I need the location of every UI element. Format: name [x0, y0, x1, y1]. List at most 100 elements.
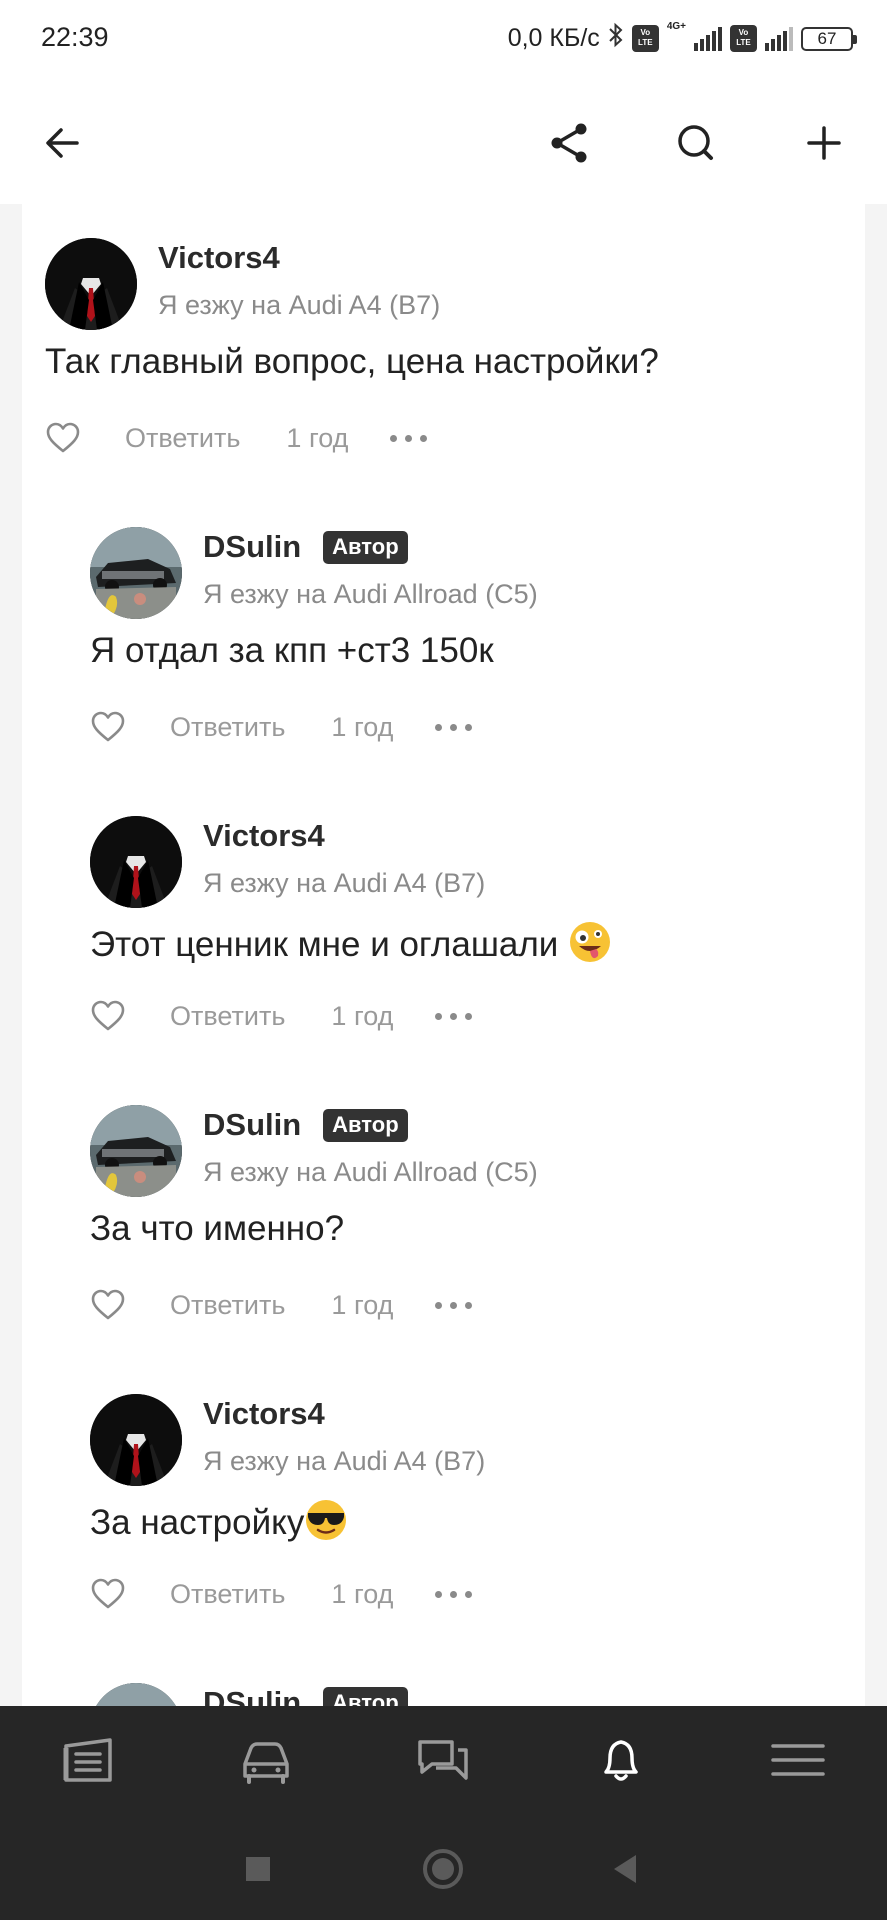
- suit-avatar-image: [90, 1394, 182, 1486]
- comment-text-content: За настройку: [90, 1503, 305, 1542]
- comment: DSulin Автор: [22, 1649, 865, 1706]
- comment-actions: Ответить 1 год: [90, 703, 473, 751]
- car-avatar-image: [90, 1105, 182, 1197]
- author-name[interactable]: Victors4: [203, 818, 325, 854]
- suit-avatar-image: [45, 238, 137, 330]
- comment-time: 1 год: [286, 422, 349, 453]
- comment: Victors4 Я езжу на Audi A4 (B7) Так глав…: [22, 204, 865, 493]
- like-button[interactable]: [90, 996, 130, 1036]
- comment-text: Так главный вопрос, цена настройки?: [45, 342, 659, 381]
- share-button[interactable]: [535, 108, 605, 178]
- comment-time: 1 год: [331, 1578, 394, 1609]
- nav-menu[interactable]: [758, 1720, 838, 1800]
- heart-icon: [91, 1578, 125, 1609]
- author-car[interactable]: Я езжу на Audi A4 (B7): [158, 290, 440, 321]
- status-indicators: 0,0 КБ/с Vo LTE 4G+ Vo LTE 67: [507, 21, 857, 55]
- author-name[interactable]: Victors4: [203, 1396, 325, 1432]
- reply-button[interactable]: Ответить: [170, 712, 285, 743]
- author-car[interactable]: Я езжу на Audi Allroad (C5): [203, 1157, 538, 1188]
- bell-icon: [604, 1740, 638, 1781]
- volte-icon-2: Vo LTE: [730, 25, 757, 52]
- comment-actions: Ответить 1 год: [45, 414, 428, 462]
- author-name[interactable]: Victors4: [158, 240, 280, 276]
- author-name[interactable]: DSulin: [203, 529, 301, 565]
- comment-author-row: Victors4: [158, 240, 280, 276]
- chat-icon: [418, 1740, 469, 1780]
- reply-button[interactable]: Ответить: [170, 1001, 285, 1032]
- avatar[interactable]: [45, 238, 137, 330]
- author-badge: Автор: [323, 530, 408, 564]
- bottom-navigation: [0, 1706, 887, 1814]
- car-icon: [243, 1742, 289, 1784]
- nav-journal[interactable]: [49, 1720, 129, 1800]
- author-name[interactable]: DSulin: [203, 1107, 301, 1143]
- comment-author-row: Victors4: [203, 818, 325, 854]
- system-back-button[interactable]: [595, 1844, 655, 1894]
- arrow-left-icon: [46, 128, 79, 158]
- like-button[interactable]: [90, 1285, 130, 1325]
- reply-button[interactable]: Ответить: [170, 1290, 285, 1321]
- more-options-icon[interactable]: [435, 1012, 473, 1020]
- more-options-icon[interactable]: [435, 1301, 473, 1309]
- like-button[interactable]: [45, 418, 85, 458]
- status-time: 22:39: [41, 22, 109, 52]
- more-options-icon[interactable]: [435, 1590, 473, 1598]
- search-icon: [678, 125, 713, 160]
- search-button[interactable]: [661, 108, 731, 178]
- author-badge: Автор: [323, 1108, 408, 1142]
- more-options-icon[interactable]: [435, 723, 473, 731]
- plus-icon: [807, 126, 841, 160]
- comment-time: 1 год: [331, 1000, 394, 1031]
- avatar[interactable]: [90, 1105, 182, 1197]
- like-button[interactable]: [90, 1574, 130, 1614]
- bluetooth-icon: [608, 22, 624, 55]
- network-speed: 0,0 КБ/с: [507, 24, 600, 52]
- reply-button[interactable]: Ответить: [125, 423, 240, 454]
- comment-author-row: DSulin Автор: [203, 1107, 408, 1143]
- heart-icon: [91, 1289, 125, 1320]
- author-name[interactable]: DSulin: [203, 1685, 301, 1706]
- comment-author-row: DSulin Автор: [203, 529, 408, 565]
- avatar[interactable]: [90, 527, 182, 619]
- comment-text: Этот ценник мне и оглашали: [90, 920, 612, 965]
- home-button[interactable]: [413, 1844, 473, 1894]
- avatar[interactable]: [90, 1394, 182, 1486]
- status-bar: 22:39 0,0 КБ/с Vo LTE 4G+ Vo LTE 67: [0, 0, 887, 80]
- car-avatar-image: [90, 527, 182, 619]
- comment-author-row: Victors4: [203, 1396, 325, 1432]
- share-icon: [551, 123, 587, 163]
- recents-button[interactable]: [228, 1844, 288, 1894]
- comment-actions: Ответить 1 год: [90, 1281, 473, 1329]
- comments-thread: Victors4 Я езжу на Audi A4 (B7) Так глав…: [22, 204, 865, 1706]
- square-icon: [246, 1857, 270, 1881]
- more-options-icon[interactable]: [390, 434, 428, 442]
- back-button[interactable]: [29, 108, 99, 178]
- author-car[interactable]: Я езжу на Audi A4 (B7): [203, 868, 485, 899]
- signal-icon: [694, 26, 722, 51]
- comment: Victors4 Я езжу на Audi A4 (B7) Этот цен…: [22, 782, 865, 1071]
- nav-garage[interactable]: [226, 1720, 306, 1800]
- reply-button[interactable]: Ответить: [170, 1579, 285, 1610]
- add-button[interactable]: [789, 108, 859, 178]
- zany-face-emoji-icon: [570, 922, 611, 962]
- heart-icon: [91, 711, 125, 742]
- author-car[interactable]: Я езжу на Audi Allroad (C5): [203, 579, 538, 610]
- comment-actions: Ответить 1 год: [90, 992, 473, 1040]
- comment: DSulin Автор Я езжу на Audi Allroad (C5)…: [22, 1071, 865, 1360]
- avatar[interactable]: [90, 816, 182, 908]
- comment-author-row: DSulin Автор: [203, 1685, 408, 1706]
- nav-notifications[interactable]: [581, 1720, 661, 1800]
- like-button[interactable]: [90, 707, 130, 747]
- network-type: 4G+: [666, 21, 686, 32]
- comment-time: 1 год: [331, 1289, 394, 1320]
- top-bar: [0, 80, 887, 204]
- signal-icon-2: [765, 26, 793, 51]
- avatar[interactable]: [90, 1683, 182, 1706]
- battery-icon: 67: [801, 26, 857, 51]
- nav-messages[interactable]: [403, 1720, 483, 1800]
- comment: DSulin Автор Я езжу на Audi Allroad (C5)…: [22, 493, 865, 782]
- sunglasses-face-emoji-icon: [306, 1500, 347, 1540]
- author-car[interactable]: Я езжу на Audi A4 (B7): [203, 1446, 485, 1477]
- comment-text: Я отдал за кпп +ст3 150к: [90, 631, 494, 670]
- heart-icon: [46, 422, 80, 453]
